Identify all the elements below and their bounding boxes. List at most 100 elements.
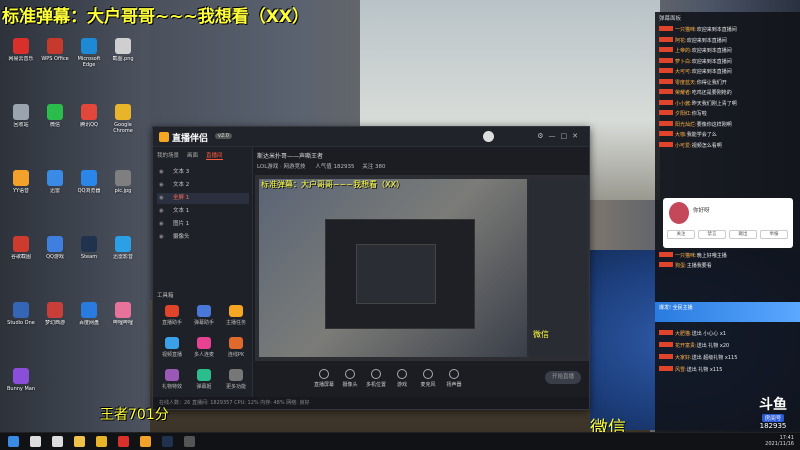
- chat-username[interactable]: 大可可:: [675, 69, 692, 75]
- eye-icon[interactable]: ◉: [159, 193, 164, 204]
- desktop-icon[interactable]: 迅雷影音: [106, 236, 140, 266]
- desktop-icon[interactable]: 微信: [38, 104, 72, 134]
- chat-message[interactable]: 大家好:送出 超级礼物 x115: [659, 354, 797, 362]
- chat-username[interactable]: 一只猫咪:: [675, 253, 697, 259]
- chat-username[interactable]: 大咖:: [675, 132, 687, 138]
- desktop-icon[interactable]: 梦幻西游: [38, 302, 72, 332]
- chat-message[interactable]: 风雪:送出 礼物 x115: [659, 366, 797, 374]
- chat-message[interactable]: 小小酱:昨天我们刚上青了啊: [659, 99, 797, 108]
- taskbar-obs-icon[interactable]: [184, 436, 195, 447]
- tool-button[interactable]: 更多功能: [221, 369, 251, 390]
- taskbar-task-view-icon[interactable]: [52, 436, 63, 447]
- chat-message[interactable]: 大咖:我能学会了么: [659, 131, 797, 139]
- control-button[interactable]: 麦克风: [417, 369, 439, 388]
- window-controls[interactable]: ⚙—□✕: [537, 132, 583, 140]
- user-card-button[interactable]: 关注: [667, 230, 695, 239]
- taskbar-steam-icon[interactable]: [162, 436, 173, 447]
- chat-username[interactable]: 小可爱:: [675, 143, 692, 149]
- chat-username[interactable]: 花开富贵:: [675, 343, 697, 349]
- tool-button[interactable]: 弹幕姬: [189, 369, 219, 390]
- desktop-icon[interactable]: 百度网盘: [72, 302, 106, 332]
- tool-button[interactable]: 主播任务: [221, 305, 251, 326]
- taskbar-douyu-icon[interactable]: [140, 436, 151, 447]
- user-avatar[interactable]: [483, 131, 494, 142]
- taskbar-chrome-icon[interactable]: [96, 436, 107, 447]
- minimize-icon[interactable]: —: [549, 132, 561, 140]
- taskbar-windows-start-icon[interactable]: [8, 436, 19, 447]
- tool-button[interactable]: 连线PK: [221, 337, 251, 358]
- chat-username[interactable]: 小小酱:: [675, 101, 692, 107]
- chat-message[interactable]: 零度蓝天:你得让我们开: [659, 78, 797, 87]
- eye-icon[interactable]: ◉: [159, 219, 164, 230]
- desktop-icon[interactable]: YY语音: [4, 170, 38, 200]
- control-button[interactable]: 直播屏幕: [313, 369, 335, 388]
- desktop-icon[interactable]: 哔哩哔哩: [106, 302, 140, 332]
- taskbar-explorer-icon[interactable]: [74, 436, 85, 447]
- chat-username[interactable]: 大肥猫:: [675, 331, 692, 337]
- chat-username[interactable]: 大家好:: [675, 355, 692, 361]
- taskbar-netease-icon[interactable]: [118, 436, 129, 447]
- desktop-icon[interactable]: 腾讯QQ: [72, 104, 106, 134]
- control-button[interactable]: 摄像头: [339, 369, 361, 388]
- desktop-icon[interactable]: 谷歌截图: [4, 236, 38, 266]
- user-card-button[interactable]: 禁言: [698, 230, 726, 239]
- chat-username[interactable]: 上帝的:: [675, 48, 692, 54]
- tool-button[interactable]: 弹幕助手: [189, 305, 219, 326]
- start-stream-button[interactable]: 开始直播: [545, 371, 581, 384]
- scene-item[interactable]: ◉ 全屏 1: [157, 193, 249, 204]
- taskbar-search-icon[interactable]: [30, 436, 41, 447]
- scene-item[interactable]: ◉ 文本 2: [157, 180, 249, 191]
- chat-message[interactable]: 花开富贵:送出 礼物 x20: [659, 342, 797, 350]
- chat-username[interactable]: 阿花:: [675, 38, 687, 44]
- chat-username[interactable]: 萝卜白:: [675, 59, 692, 65]
- chat-username[interactable]: 狗蛋:: [675, 263, 687, 269]
- chat-username[interactable]: 一只猫咪:: [675, 27, 697, 33]
- eye-icon[interactable]: ◉: [159, 167, 164, 178]
- desktop-icon[interactable]: QQ浏览器: [72, 170, 106, 200]
- tool-button[interactable]: 多人连麦: [189, 337, 219, 358]
- scene-item[interactable]: ◉ 文本 1: [157, 206, 249, 217]
- tool-button[interactable]: 礼物特效: [157, 369, 187, 390]
- scene-item[interactable]: ◉ 图片 1: [157, 219, 249, 230]
- stream-category[interactable]: LOL游戏 · 网游竞技: [257, 164, 306, 170]
- desktop-icon[interactable]: 迅雷: [38, 170, 72, 200]
- stream-title[interactable]: 斯达米扑哥——声嘶王者: [257, 151, 587, 160]
- chat-message[interactable]: 大可可:欢迎来到本直播间: [659, 68, 797, 76]
- close-icon[interactable]: ✕: [572, 132, 583, 140]
- chat-message[interactable]: 狗蛋:主播我要看: [659, 262, 797, 270]
- chat-message[interactable]: 阳光灿烂:要像你这样刚啊: [659, 120, 797, 129]
- chat-username[interactable]: 零度蓝天:: [675, 80, 697, 86]
- user-card-button[interactable]: 举报: [760, 230, 788, 239]
- eye-icon[interactable]: ◉: [159, 206, 164, 217]
- chat-message[interactable]: 一只猫咪:欢迎来到本直播间: [659, 26, 797, 34]
- tool-button[interactable]: 视频直播: [157, 337, 187, 358]
- chat-message[interactable]: 萝卜白:欢迎来到本直播间: [659, 57, 797, 66]
- control-button[interactable]: 扬声器: [443, 369, 465, 388]
- chat-username[interactable]: 夕阳红:: [675, 111, 692, 117]
- chat-message[interactable]: 夕阳红:你写啦: [659, 110, 797, 118]
- scene-item[interactable]: ◉ 文本 3: [157, 167, 249, 178]
- desktop-icon[interactable]: 截图.png: [106, 38, 140, 68]
- scene-tab[interactable]: 画面: [187, 153, 198, 159]
- settings-icon[interactable]: ⚙: [537, 132, 548, 140]
- maximize-icon[interactable]: □: [561, 132, 573, 140]
- desktop-icon[interactable]: Studio One: [4, 302, 38, 332]
- chat-message[interactable]: 荣耀者:吃鸡还是要刚枪的: [659, 89, 797, 97]
- chat-username[interactable]: 荣耀者:: [675, 90, 692, 96]
- desktop-icon[interactable]: Google Chrome: [106, 104, 140, 134]
- eye-icon[interactable]: ◉: [159, 180, 164, 191]
- scene-tab[interactable]: 我的场景: [157, 153, 179, 159]
- desktop-icon[interactable]: Steam: [72, 236, 106, 266]
- user-card-popup[interactable]: 你好呀 关注 禁言 踢出 举报: [663, 198, 793, 248]
- system-tray-clock[interactable]: 17:41 2021/11/16: [765, 435, 794, 447]
- desktop-icon[interactable]: 回收站: [4, 104, 38, 134]
- chat-username[interactable]: 风雪:: [675, 367, 687, 373]
- desktop-icon[interactable]: Microsoft Edge: [72, 38, 106, 68]
- chat-message[interactable]: 小可爱:视频怎么看啊: [659, 141, 797, 150]
- desktop-icon[interactable]: 网易云音乐: [4, 38, 38, 68]
- desktop-icon[interactable]: QQ游戏: [38, 236, 72, 266]
- desktop-icon[interactable]: pic.jpg: [106, 170, 140, 200]
- chat-message[interactable]: 上帝的:欢迎来到本直播间: [659, 47, 797, 55]
- chat-message[interactable]: 一只猫咪:晚上好哦主播: [659, 252, 797, 260]
- tool-button[interactable]: 直播助手: [157, 305, 187, 326]
